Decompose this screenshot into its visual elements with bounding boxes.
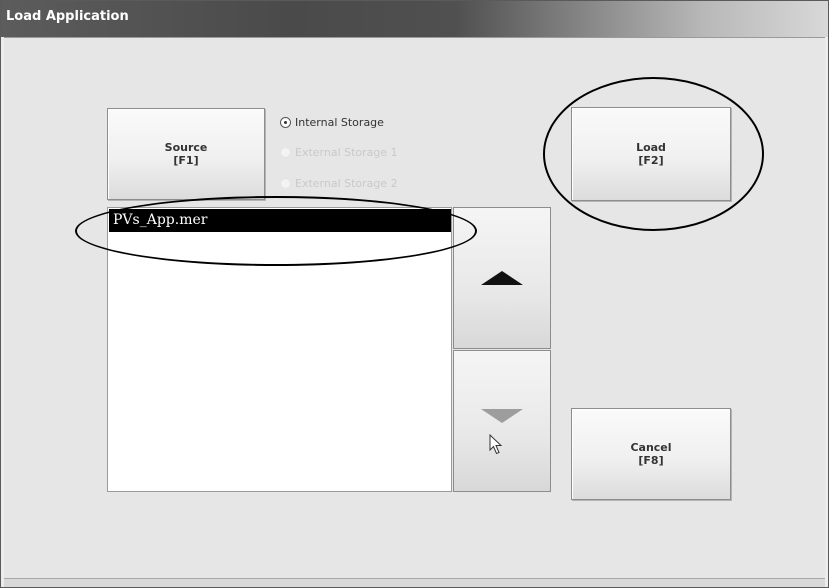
bottom-bar <box>4 578 825 587</box>
mouse-pointer-icon <box>489 434 503 455</box>
radio-disabled-icon <box>280 177 291 189</box>
title-bar: Load Application <box>1 1 828 37</box>
radio-external-storage-1-label: External Storage 1 <box>295 145 398 159</box>
scroll-down-button[interactable] <box>453 350 551 492</box>
window-title: Load Application <box>6 9 129 24</box>
radio-selected-icon <box>280 116 291 128</box>
radio-external-storage-2: External Storage 2 <box>280 174 398 192</box>
scroll-up-button[interactable] <box>453 207 551 349</box>
triangle-up-icon <box>481 271 523 285</box>
load-button-label: Load <box>636 141 666 154</box>
triangle-down-icon <box>481 409 523 423</box>
file-listbox[interactable]: PVs_App.mer <box>107 207 452 492</box>
list-item-selected[interactable]: PVs_App.mer <box>109 209 451 232</box>
load-button-key: [F2] <box>638 154 664 167</box>
cancel-button-label: Cancel <box>630 441 672 454</box>
cancel-button[interactable]: Cancel [F8] <box>571 408 731 500</box>
radio-disabled-icon <box>280 146 291 158</box>
radio-external-storage-1: External Storage 1 <box>280 143 398 161</box>
radio-internal-storage[interactable]: Internal Storage <box>280 113 384 131</box>
radio-internal-storage-label: Internal Storage <box>295 115 384 129</box>
source-button[interactable]: Source [F1] <box>107 108 265 200</box>
source-button-label: Source <box>164 141 208 154</box>
cancel-button-key: [F8] <box>638 454 664 467</box>
source-button-key: [F1] <box>173 154 199 167</box>
load-button[interactable]: Load [F2] <box>571 107 731 201</box>
radio-external-storage-2-label: External Storage 2 <box>295 176 398 190</box>
